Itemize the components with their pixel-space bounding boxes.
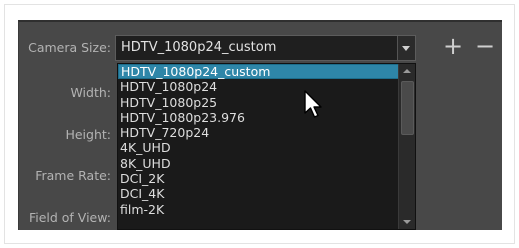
chevron-down-icon[interactable] (397, 36, 415, 60)
dropdown-option-selected[interactable]: HDTV_1080p24_custom (118, 64, 399, 80)
camera-size-combobox[interactable]: HDTV_1080p24_custom (115, 35, 416, 61)
dropdown-option[interactable]: DCI_4K (118, 186, 399, 201)
remove-camera-size-button[interactable]: − (475, 34, 495, 58)
camera-size-label: Camera Size: (28, 40, 111, 55)
dropdown-option[interactable]: HDTV_1080p23.976 (118, 110, 399, 125)
camera-settings-panel: Camera Size: Width: Height: Frame Rate: … (18, 20, 502, 230)
dropdown-option[interactable]: HDTV_720p24 (118, 125, 399, 140)
dropdown-option[interactable]: HDTV_1080p25 (118, 95, 399, 110)
dropdown-option[interactable]: 8K_UHD (118, 156, 399, 171)
camera-size-dropdown-list: HDTV_1080p24_custom HDTV_1080p24 HDTV_10… (117, 63, 416, 230)
dropdown-options: HDTV_1080p24_custom HDTV_1080p24 HDTV_10… (118, 64, 399, 217)
add-camera-size-button[interactable]: + (443, 34, 463, 58)
scroll-up-arrow-icon[interactable] (399, 65, 415, 77)
scrollbar-thumb[interactable] (401, 81, 414, 135)
mouse-pointer-icon (304, 90, 322, 118)
dropdown-option[interactable]: film-2K (118, 202, 399, 217)
camera-size-selected-value: HDTV_1080p24_custom (121, 40, 277, 55)
dropdown-option[interactable]: 4K_UHD (118, 140, 399, 155)
dropdown-scrollbar[interactable] (398, 64, 415, 229)
height-label: Height: (65, 127, 111, 142)
frame-rate-label: Frame Rate: (35, 168, 111, 183)
width-label: Width: (70, 85, 111, 100)
field-of-view-label: Field of View: (28, 210, 111, 225)
scroll-down-arrow-icon[interactable] (399, 216, 415, 228)
dropdown-option[interactable]: DCI_2K (118, 171, 399, 186)
dropdown-option[interactable]: HDTV_1080p24 (118, 79, 399, 94)
